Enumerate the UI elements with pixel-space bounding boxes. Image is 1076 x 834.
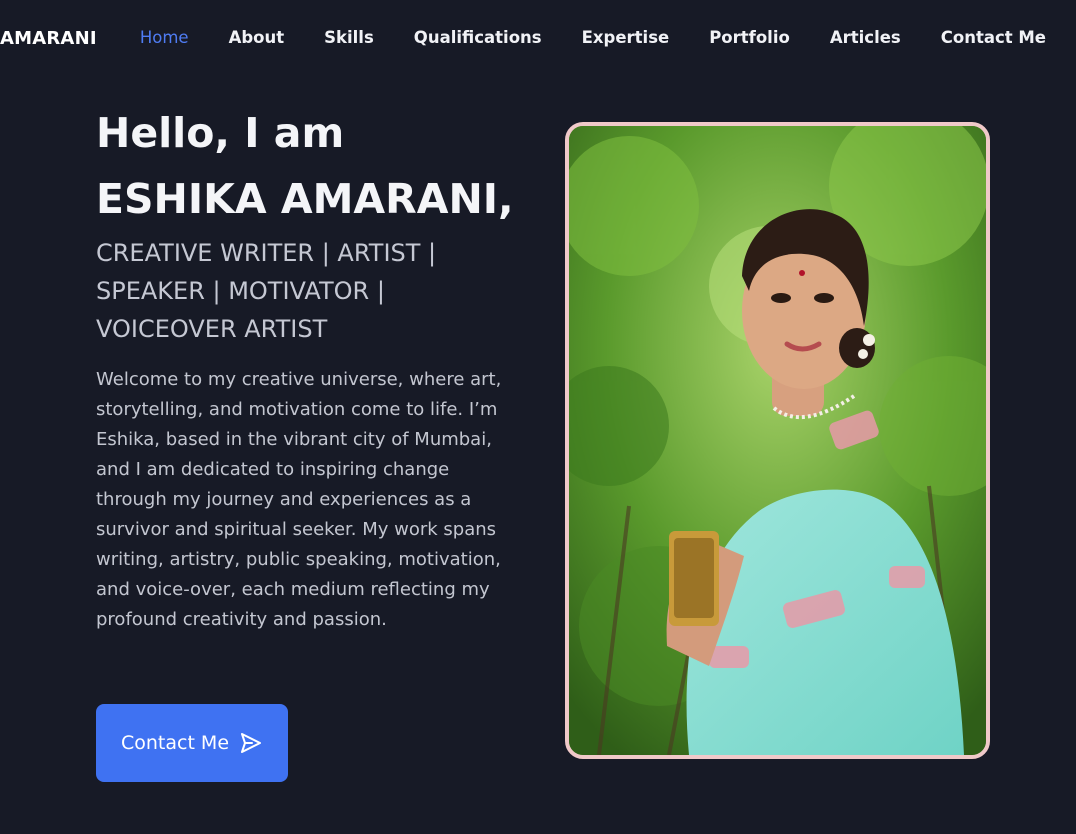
nav-link-expertise[interactable]: Expertise xyxy=(582,28,670,47)
hero-description: Welcome to my creative universe, where a… xyxy=(96,369,502,630)
profile-photo xyxy=(565,122,990,759)
nav-link-qualifications[interactable]: Qualifications xyxy=(414,28,542,47)
profile-photo-illustration xyxy=(569,126,986,755)
nav-link-home[interactable]: Home xyxy=(140,28,189,47)
contact-me-label: Contact Me xyxy=(120,732,230,754)
nav-link-about[interactable]: About xyxy=(229,28,285,47)
top-navigation: AMARANI Home About Skills Qualifications… xyxy=(0,0,1076,78)
nav-link-skills[interactable]: Skills xyxy=(324,28,374,47)
page: AMARANI Home About Skills Qualifications… xyxy=(0,0,1076,834)
hero-roles: CREATIVE WRITER | ARTIST | SPEAKER | MOT… xyxy=(96,239,437,343)
nav-link-articles[interactable]: Articles xyxy=(830,28,901,47)
send-icon xyxy=(239,731,263,755)
hero-title: Hello, I am ESHIKA AMARANI, xyxy=(96,109,514,223)
contact-me-button[interactable]: Contact Me xyxy=(96,704,288,782)
nav-links: Home About Skills Qualifications Experti… xyxy=(100,28,1046,47)
site-brand[interactable]: AMARANI xyxy=(0,28,97,49)
nav-link-contact[interactable]: Contact Me xyxy=(941,28,1046,47)
nav-link-portfolio[interactable]: Portfolio xyxy=(709,28,790,47)
